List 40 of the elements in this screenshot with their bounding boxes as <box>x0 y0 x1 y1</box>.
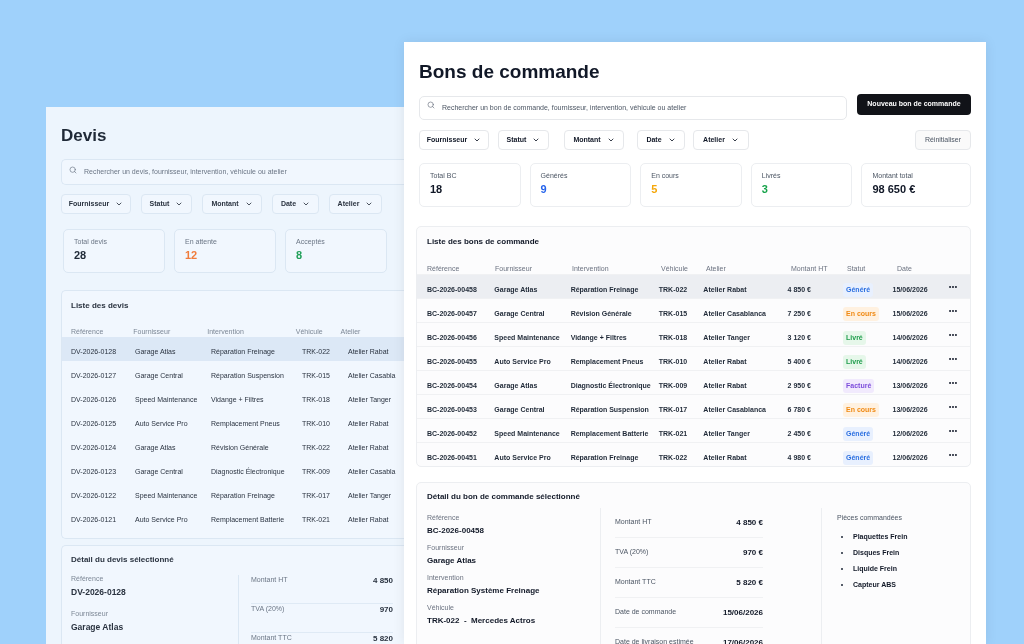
detail-value: Garage Atlas <box>71 622 125 633</box>
amount-value: 970 <box>379 604 393 616</box>
table-title: Liste des bons de commande <box>426 237 541 247</box>
stat-value: 5 <box>651 183 659 196</box>
amount-value: 4 850 € <box>736 516 763 529</box>
stat-value: 3 <box>761 183 769 196</box>
chevron-down-icon <box>115 200 124 208</box>
chevron-down-icon <box>667 136 676 144</box>
search-icon <box>427 101 435 109</box>
detail-title: Détail du bon de commande sélectionné <box>426 492 581 502</box>
amount-value: 970 € <box>742 546 763 559</box>
amount-value: 5 820 <box>372 633 393 644</box>
stat-value: 8 <box>296 249 304 262</box>
stat-value: 28 <box>74 249 88 262</box>
page-title: Bons de commande <box>419 60 601 82</box>
detail-value: BC-2026-00458 <box>427 525 485 536</box>
detail-value: DV-2026-0128 <box>71 587 127 598</box>
chevron-down-icon <box>606 136 615 144</box>
page-title: Devis <box>61 125 108 146</box>
chevron-down-icon <box>175 200 184 208</box>
chevron-down-icon <box>532 136 541 144</box>
stat-value: 12 <box>185 249 199 262</box>
stat-value: 18 <box>430 183 444 196</box>
search-icon <box>69 166 77 174</box>
stat-value: 98 650 € <box>872 183 917 196</box>
stat-value: 9 <box>540 183 548 196</box>
amount-value: 4 850 <box>372 575 393 587</box>
detail-title: Détail du devis sélectionné <box>70 555 175 565</box>
detail-value: Réparation Système Freinage <box>427 585 541 596</box>
chevron-down-icon <box>730 136 739 144</box>
chevron-down-icon <box>473 136 482 144</box>
detail-value: TRK-022 - Mercedes Actros <box>427 615 537 626</box>
table-title: Liste des devis <box>70 301 130 311</box>
chevron-down-icon <box>244 200 253 208</box>
chevron-down-icon <box>365 200 374 208</box>
amount-value: 5 820 € <box>736 576 763 589</box>
amount-value: 15/06/2026 <box>722 606 763 619</box>
detail-value: Garage Atlas <box>427 555 478 566</box>
amount-value: 17/06/2026 <box>722 636 763 644</box>
chevron-down-icon <box>302 200 311 208</box>
